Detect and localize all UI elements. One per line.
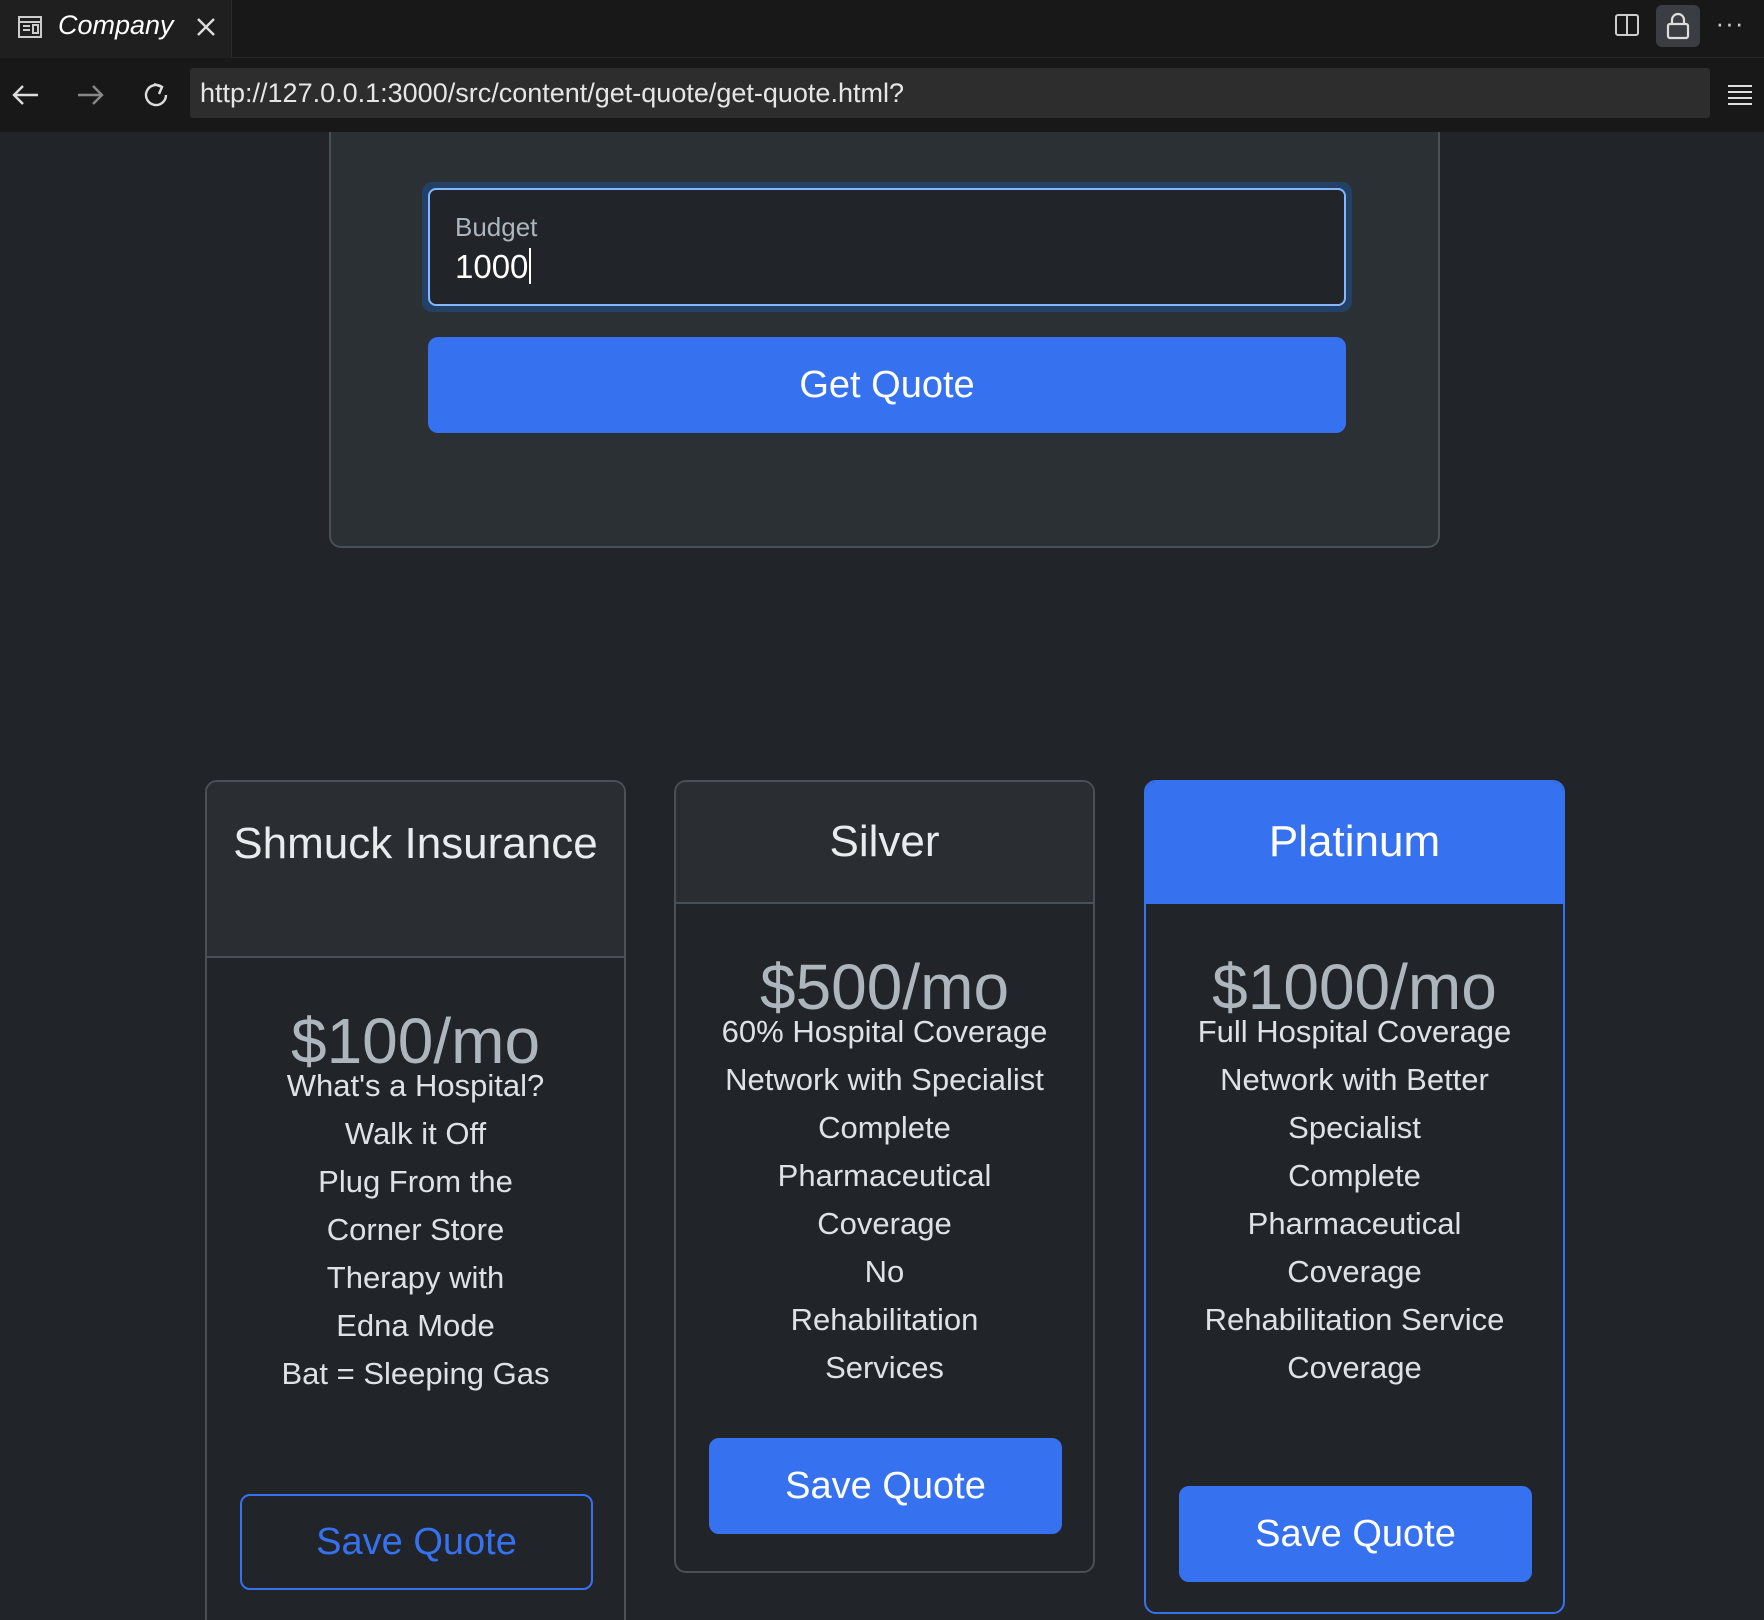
- plan-name: Platinum: [1146, 782, 1563, 904]
- feature-item: Plug From the Corner Store: [318, 1164, 513, 1247]
- page-viewport: Budget 1000 Get Quote Shmuck Insurance $…: [0, 132, 1764, 1620]
- feature-item: Rehabilitation Service Coverage: [1204, 1302, 1505, 1385]
- page-icon: [18, 16, 42, 38]
- feature-item: No Rehabilitation Services: [790, 1254, 979, 1385]
- budget-value[interactable]: 1000: [455, 248, 532, 286]
- plan-card-platinum: Platinum $1000/mo Full Hospital Coverage…: [1144, 780, 1565, 1614]
- tab-title: Company: [58, 10, 174, 40]
- feature-item: Bat = Sleeping Gas: [281, 1356, 550, 1391]
- forward-icon[interactable]: [72, 76, 110, 114]
- save-quote-button[interactable]: Save Quote: [709, 1438, 1062, 1534]
- feature-item: Therapy with Edna Mode: [326, 1260, 505, 1343]
- feature-item: Complete Pharmaceutical Coverage: [1247, 1158, 1462, 1289]
- back-icon[interactable]: [6, 76, 44, 114]
- more-icon[interactable]: ···: [1712, 8, 1748, 42]
- browser-nav-bar: http://127.0.0.1:3000/src/content/get-qu…: [0, 58, 1764, 132]
- plan-features: 60% Hospital Coverage Network with Speci…: [676, 1008, 1093, 1392]
- get-quote-button[interactable]: Get Quote: [428, 337, 1346, 433]
- browser-tab-bar: Company ···: [0, 0, 1764, 58]
- plan-name-text: Platinum: [1268, 817, 1441, 866]
- menu-icon[interactable]: [1724, 78, 1756, 112]
- feature-item: Full Hospital Coverage: [1197, 1014, 1512, 1049]
- reload-icon[interactable]: [138, 76, 176, 114]
- lock-button[interactable]: [1656, 5, 1700, 47]
- feature-item: Network with Better Specialist: [1220, 1062, 1489, 1145]
- plan-name: Shmuck Insurance: [207, 782, 624, 958]
- feature-item: Network with Specialist: [725, 1062, 1044, 1097]
- split-view-icon[interactable]: [1612, 10, 1642, 40]
- feature-item: 60% Hospital Coverage: [721, 1014, 1048, 1049]
- quote-form-card: Budget 1000 Get Quote: [329, 132, 1440, 548]
- feature-item: Walk it Off: [344, 1116, 487, 1151]
- plan-name-text: Shmuck Insurance: [233, 819, 598, 868]
- save-quote-button[interactable]: Save Quote: [240, 1494, 593, 1590]
- budget-value-text: 1000: [455, 248, 529, 285]
- plan-card-shmuck: Shmuck Insurance $100/mo What's a Hospit…: [205, 780, 626, 1620]
- budget-label: Budget: [455, 212, 538, 242]
- plan-features: What's a Hospital? Walk it Off Plug From…: [207, 1062, 624, 1398]
- url-bar[interactable]: http://127.0.0.1:3000/src/content/get-qu…: [190, 68, 1710, 118]
- budget-input[interactable]: Budget 1000: [428, 188, 1346, 306]
- plan-name-text: Silver: [829, 817, 940, 866]
- browser-tab[interactable]: Company: [0, 0, 232, 58]
- text-caret: [529, 248, 532, 284]
- lock-icon: [1666, 12, 1690, 40]
- plan-features: Full Hospital Coverage Network with Bett…: [1146, 1008, 1563, 1392]
- save-quote-button[interactable]: Save Quote: [1179, 1486, 1532, 1582]
- plan-card-silver: Silver $500/mo 60% Hospital Coverage Net…: [674, 780, 1095, 1573]
- close-icon[interactable]: [192, 13, 220, 41]
- feature-item: What's a Hospital?: [286, 1068, 545, 1103]
- plan-name: Silver: [676, 782, 1093, 904]
- feature-item: Complete Pharmaceutical Coverage: [777, 1110, 992, 1241]
